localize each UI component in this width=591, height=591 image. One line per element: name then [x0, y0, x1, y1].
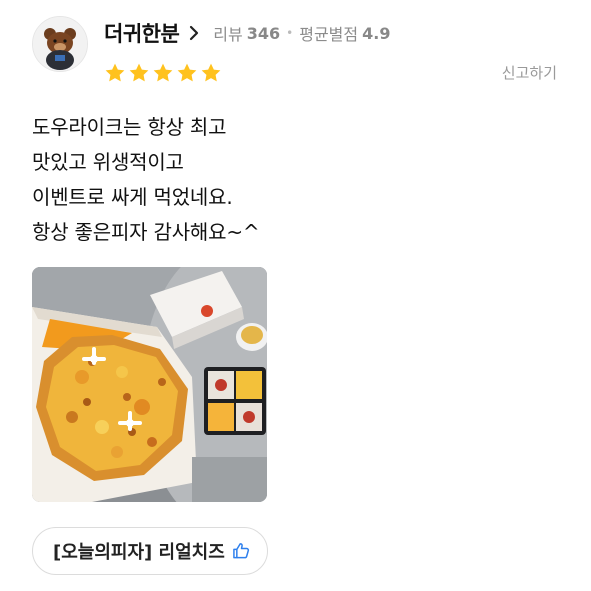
chevron-right-icon[interactable]: [185, 24, 203, 42]
menu-tag-button[interactable]: [오늘의피자] 리얼치즈: [32, 527, 268, 575]
review-count-value: 346: [246, 23, 281, 43]
reviewer-meta: 리뷰 346 • 평균별점 4.9: [213, 21, 390, 45]
review-photo[interactable]: [32, 267, 267, 502]
avg-rating-label: 평균별점: [299, 25, 359, 44]
avg-rating-value: 4.9: [362, 23, 391, 43]
reviewer-header: 더귀한분 리뷰 346 • 평균별점 4.9: [104, 18, 390, 48]
meta-separator: •: [286, 26, 294, 40]
avatar[interactable]: [32, 16, 88, 72]
report-button[interactable]: 신고하기: [502, 62, 557, 83]
review-text-line: 도우라이크는 항상 최고: [32, 115, 227, 139]
review-text-line: 맛있고 위생적이고: [32, 150, 184, 174]
menu-tag-label: [오늘의피자] 리얼치즈: [53, 542, 225, 563]
star-rating: [104, 62, 222, 84]
review-text-line: 항상 좋은피자 감사해요~^: [32, 220, 260, 244]
pizza-photo-illustration: [32, 267, 267, 502]
star-icon: [105, 63, 125, 82]
reviewer-nickname[interactable]: 더귀한분: [104, 18, 180, 48]
review-text-line: 이벤트로 싸게 먹었네요.: [32, 185, 233, 209]
thumbs-up-icon: [232, 543, 249, 559]
review-count-label: 리뷰: [213, 25, 243, 44]
star-icon: [201, 63, 221, 82]
star-icon: [177, 63, 197, 82]
star-icon: [153, 63, 173, 82]
star-icon: [129, 63, 149, 82]
teddy-bear-avatar-icon: [33, 17, 87, 71]
review-body: 도우라이크는 항상 최고 맛있고 위생적이고 이벤트로 싸게 먹었네요. 항상 …: [32, 110, 260, 250]
